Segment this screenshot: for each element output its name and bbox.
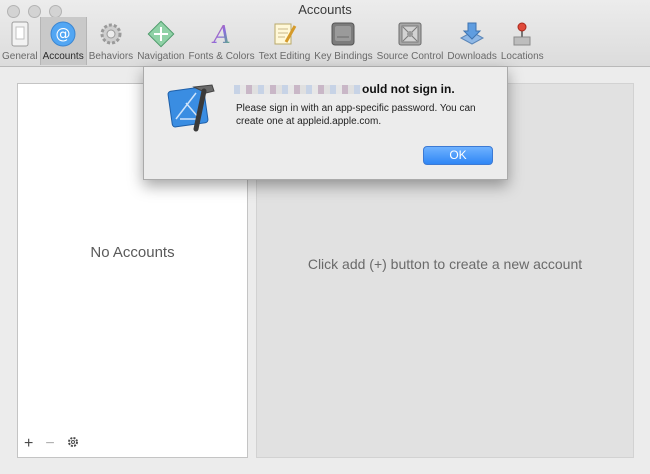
- svg-text:A: A: [211, 21, 230, 48]
- gear-icon[interactable]: [67, 436, 79, 451]
- svg-text:@: @: [56, 25, 71, 43]
- tab-behaviors[interactable]: Behaviors: [87, 17, 135, 65]
- text-editing-icon: [270, 20, 298, 48]
- accounts-list-controls: + −: [24, 435, 79, 451]
- add-account-hint: Click add (+) button to create a new acc…: [307, 256, 583, 272]
- window-title: Accounts: [298, 2, 352, 17]
- tab-downloads[interactable]: Downloads: [445, 17, 498, 65]
- alert-message: Please sign in with an app-specific pass…: [236, 103, 476, 127]
- preferences-toolbar: General @ Accounts Behaviors Navigation …: [0, 17, 546, 65]
- tab-source-control[interactable]: Source Control: [375, 17, 446, 65]
- fonts-colors-icon: A: [208, 20, 236, 48]
- tab-general[interactable]: General: [0, 17, 40, 65]
- tab-locations-label: Locations: [500, 51, 544, 62]
- tab-fonts-colors[interactable]: A Fonts & Colors: [186, 17, 256, 65]
- tab-locations[interactable]: Locations: [499, 17, 546, 65]
- tab-key-bindings-label: Key Bindings: [314, 51, 373, 62]
- tab-downloads-label: Downloads: [447, 51, 497, 62]
- redacted-text: [234, 85, 362, 95]
- tab-source-control-label: Source Control: [376, 51, 444, 62]
- no-accounts-label: No Accounts: [90, 244, 175, 261]
- tab-general-label: General: [2, 51, 38, 62]
- alert-title-text: ould not sign in.: [362, 82, 455, 96]
- general-icon: [6, 20, 34, 48]
- keyboard-icon: [329, 20, 357, 48]
- tab-accounts[interactable]: @ Accounts: [39, 17, 87, 65]
- xcode-icon: [166, 81, 220, 135]
- ok-button[interactable]: OK: [423, 146, 493, 165]
- navigation-arrows-icon: [147, 20, 175, 48]
- tab-text-editing-label: Text Editing: [258, 51, 311, 62]
- gears-icon: [97, 20, 125, 48]
- download-icon: [458, 20, 486, 48]
- window-titlebar: Accounts General @ Accounts Behaviors Na…: [0, 0, 650, 67]
- tab-key-bindings[interactable]: Key Bindings: [312, 17, 374, 65]
- at-sign-icon: @: [49, 20, 77, 48]
- vault-icon: [396, 20, 424, 48]
- tab-navigation-label: Navigation: [137, 51, 185, 62]
- alert-title: ould not sign in.: [234, 82, 455, 96]
- remove-account-button[interactable]: −: [45, 435, 54, 451]
- add-account-button[interactable]: +: [24, 435, 33, 451]
- tab-accounts-label: Accounts: [42, 51, 84, 62]
- tab-behaviors-label: Behaviors: [88, 51, 134, 62]
- sign-in-error-sheet: ould not sign in. Please sign in with an…: [143, 66, 508, 180]
- tab-fonts-colors-label: Fonts & Colors: [188, 51, 255, 62]
- location-pin-icon: [508, 20, 536, 48]
- tab-text-editing[interactable]: Text Editing: [257, 17, 313, 65]
- tab-navigation[interactable]: Navigation: [135, 17, 186, 65]
